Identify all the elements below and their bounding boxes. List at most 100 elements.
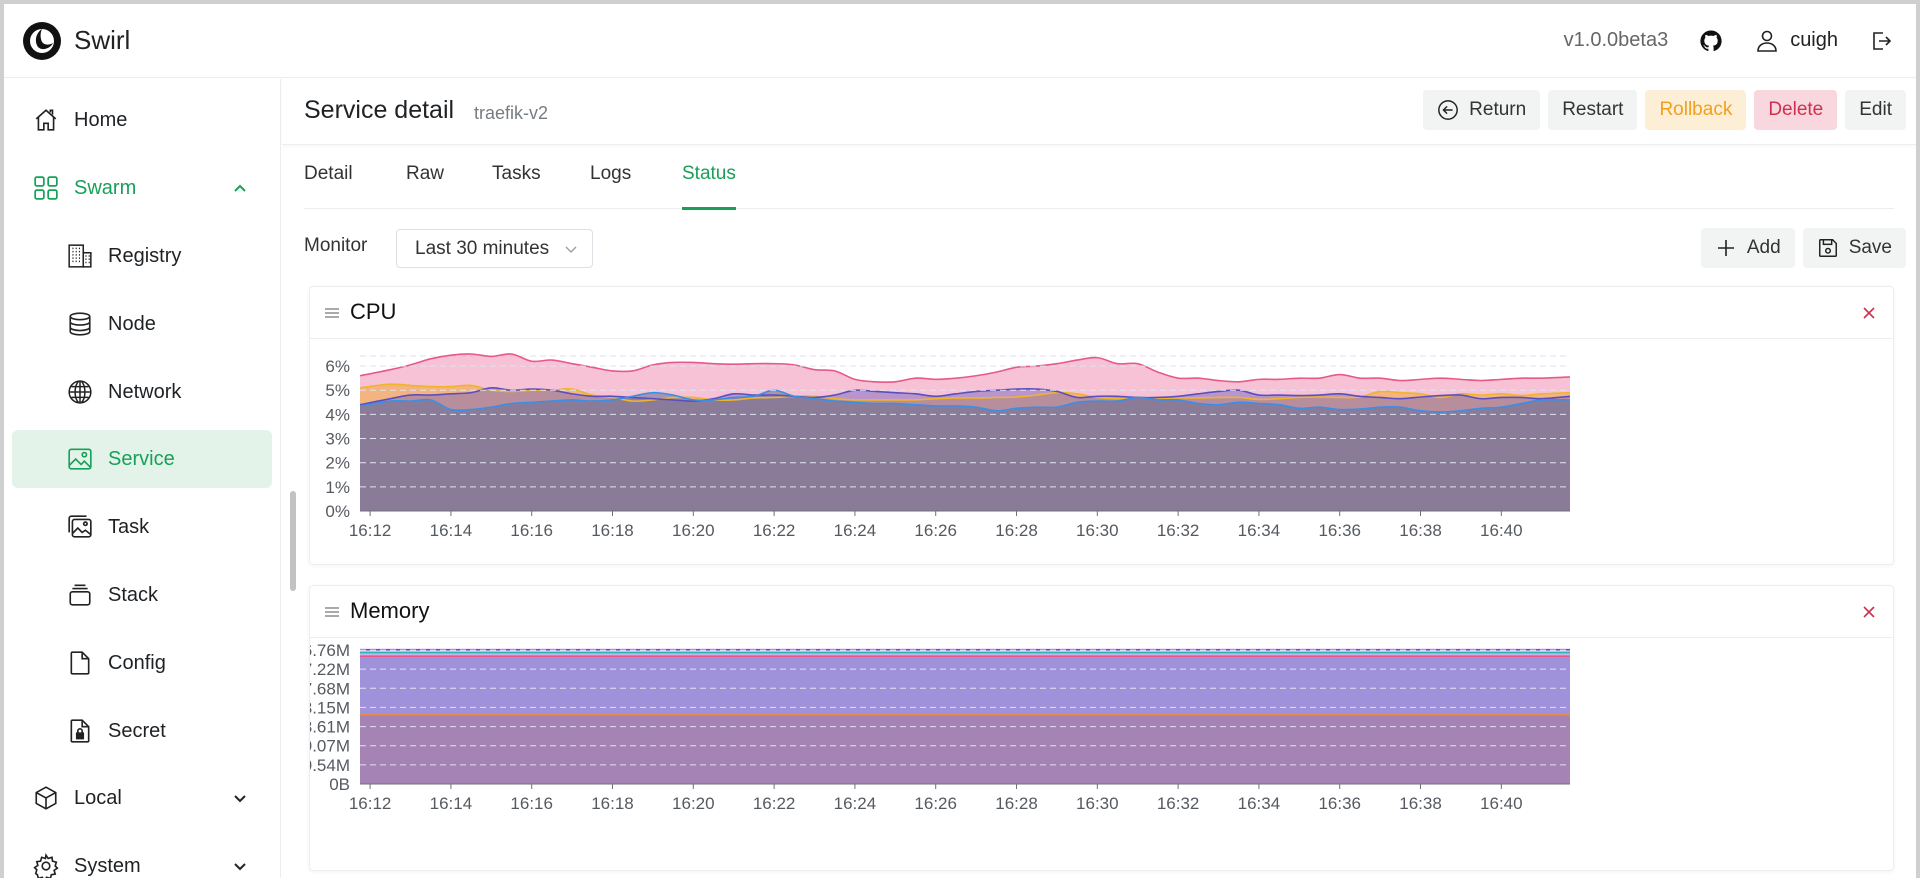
x-tick-label: 16:34 (1238, 521, 1281, 540)
save-icon (1817, 237, 1839, 259)
globe-icon (66, 378, 94, 406)
x-tick-label: 16:24 (834, 521, 877, 540)
x-tick-label: 16:14 (430, 521, 473, 540)
chart-title: CPU (350, 299, 397, 324)
y-tick-label: 47.68M (310, 679, 350, 698)
arrow-left-circle-icon (1437, 99, 1459, 121)
drag-handle-icon[interactable] (324, 605, 340, 619)
building-icon (66, 242, 94, 270)
x-tick-label: 16:20 (672, 794, 715, 813)
x-tick-label: 16:18 (591, 794, 634, 813)
x-tick-label: 16:26 (914, 521, 957, 540)
sidebar-item-task[interactable]: Task (12, 498, 272, 556)
x-tick-label: 16:40 (1480, 794, 1523, 813)
x-tick-label: 16:30 (1076, 794, 1119, 813)
github-icon[interactable] (1698, 28, 1724, 54)
x-tick-label: 16:16 (510, 794, 553, 813)
sidebar-item-home[interactable]: Home (12, 91, 272, 149)
x-tick-label: 16:22 (753, 521, 796, 540)
sidebar-item-service[interactable]: Service (12, 430, 272, 488)
chevron-down-icon (234, 863, 246, 871)
delete-button[interactable]: Delete (1754, 90, 1838, 130)
sidebar-item-stack[interactable]: Stack (12, 566, 272, 624)
sidebar-item-label: Local (74, 786, 122, 809)
sidebar-item-system[interactable]: System (12, 837, 272, 878)
y-tick-label: 1% (325, 478, 350, 497)
sidebar-item-registry[interactable]: Registry (12, 227, 272, 285)
x-tick-label: 16:12 (349, 521, 392, 540)
rollback-button[interactable]: Rollback (1645, 90, 1747, 130)
y-tick-label: 0% (325, 502, 350, 521)
chart-title: Memory (350, 598, 430, 623)
y-tick-label: 57.22M (310, 660, 350, 679)
x-tick-label: 16:22 (753, 794, 796, 813)
sidebar-item-local[interactable]: Local (12, 769, 272, 827)
y-tick-label: 2% (325, 454, 350, 473)
sidebar-item-config[interactable]: Config (12, 634, 272, 692)
close-icon[interactable] (1859, 602, 1879, 622)
tab-status[interactable]: Status (682, 163, 736, 210)
x-tick-label: 16:38 (1399, 794, 1442, 813)
image-icon (66, 445, 94, 473)
x-tick-label: 16:40 (1480, 521, 1523, 540)
brand[interactable]: Swirl (22, 21, 130, 61)
page-header: Service detail traefik-v2 Return Restart… (282, 79, 1916, 145)
chevron-down-icon (234, 795, 246, 803)
app-name: Swirl (74, 25, 131, 55)
logout-icon[interactable] (1868, 28, 1894, 54)
username: cuigh (1790, 29, 1838, 51)
save-button[interactable]: Save (1802, 228, 1906, 268)
sidebar-item-label: Network (108, 380, 182, 403)
y-tick-label: 5% (325, 381, 350, 400)
sidebar-item-label: Service (108, 447, 175, 470)
sidebar-item-label: System (74, 854, 141, 877)
sidebar-item-label: Swarm (74, 176, 137, 199)
cpu-chart-panel: CPU 0% 1% 2% 3% 4% 5% 6% 16:12 16:14 16:16 16:18 16… (309, 286, 1894, 565)
x-tick-label: 16:16 (510, 521, 553, 540)
x-tick-label: 16:28 (995, 521, 1038, 540)
x-tick-label: 16:12 (349, 794, 392, 813)
x-tick-label: 16:36 (1318, 794, 1361, 813)
file-lock-icon (66, 717, 94, 745)
sidebar-item-label: Task (108, 515, 150, 538)
x-tick-label: 16:26 (914, 794, 957, 813)
sidebar-item-label: Home (74, 108, 128, 131)
tab-raw[interactable]: Raw (406, 163, 444, 209)
x-tick-label: 16:28 (995, 794, 1038, 813)
edit-button[interactable]: Edit (1845, 90, 1906, 130)
x-tick-label: 16:24 (834, 794, 877, 813)
x-tick-label: 16:18 (591, 521, 634, 540)
images-icon (66, 513, 94, 541)
x-tick-label: 16:34 (1238, 794, 1281, 813)
stack-icon (66, 581, 94, 609)
user-menu[interactable]: cuigh (1754, 28, 1838, 54)
time-range-select[interactable]: Last 30 minutes (396, 229, 593, 268)
gear-icon (32, 852, 60, 878)
drag-handle-icon[interactable] (324, 306, 340, 320)
version-label: v1.0.0beta3 (1563, 29, 1669, 51)
y-tick-label: 9.54M (310, 756, 350, 775)
add-label: Add (1746, 237, 1781, 258)
close-icon[interactable] (1859, 303, 1879, 323)
sidebar-item-label: Registry (108, 244, 182, 267)
user-icon (1754, 28, 1780, 54)
tab-tasks[interactable]: Tasks (492, 163, 541, 209)
swirl-logo-icon (23, 21, 61, 60)
x-tick-label: 16:32 (1157, 521, 1200, 540)
sidebar-item-label: Config (108, 651, 166, 674)
top-bar: Swirl v1.0.0beta3 cuigh (4, 4, 1916, 78)
tab-logs[interactable]: Logs (590, 163, 631, 209)
sidebar-item-network[interactable]: Network (12, 363, 272, 421)
cube-icon (32, 784, 60, 812)
x-tick-label: 16:32 (1157, 794, 1200, 813)
sidebar-item-node[interactable]: Node (12, 295, 272, 353)
sidebar-item-secret[interactable]: Secret (12, 702, 272, 760)
x-tick-label: 16:30 (1076, 521, 1119, 540)
return-button[interactable]: Return (1423, 90, 1541, 130)
sidebar-item-swarm[interactable]: Swarm (12, 159, 272, 217)
area-series-4 (360, 714, 1570, 784)
x-tick-label: 16:38 (1399, 521, 1442, 540)
restart-button[interactable]: Restart (1548, 90, 1638, 130)
add-chart-button[interactable]: Add (1700, 228, 1795, 268)
tab-detail[interactable]: Detail (304, 163, 353, 209)
